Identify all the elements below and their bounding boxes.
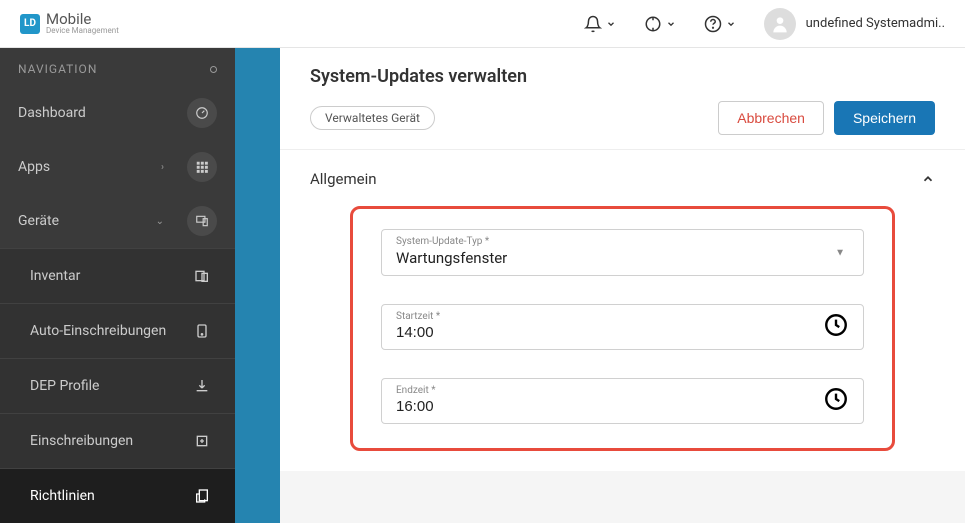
inventory-icon — [187, 261, 217, 291]
field-label: System-Update-Typ * — [396, 236, 849, 247]
save-button[interactable]: Speichern — [834, 101, 935, 135]
device-chip[interactable]: Verwaltetes Gerät — [310, 106, 435, 130]
collapse-icon[interactable] — [210, 66, 217, 73]
logo-title: Mobile — [46, 12, 119, 27]
sidebar-item-auto-enroll[interactable]: Auto-Einschreibungen — [0, 303, 235, 358]
chevron-down-icon — [606, 19, 616, 29]
start-time-field[interactable]: Startzeit * — [381, 304, 864, 350]
sidebar-item-enrollments[interactable]: Einschreibungen — [0, 413, 235, 468]
logo-badge: LD — [20, 14, 40, 34]
sidebar-item-inventory[interactable]: Inventar — [0, 248, 235, 303]
sidebar-item-label: Dashboard — [18, 105, 86, 121]
clock-icon[interactable] — [823, 386, 849, 416]
section-general: Allgemein System-Update-Typ * Wartungsfe… — [280, 150, 965, 471]
sidebar-item-dashboard[interactable]: Dashboard — [0, 86, 235, 140]
dropdown-arrow-icon: ▼ — [835, 247, 845, 258]
sidebar-item-dep-profile[interactable]: DEP Profile — [0, 358, 235, 413]
auto-enroll-icon — [187, 316, 217, 346]
end-time-field[interactable]: Endzeit * — [381, 378, 864, 424]
enroll-icon — [187, 426, 217, 456]
sidebar-item-policies[interactable]: Richtlinien — [0, 468, 235, 523]
nav-header: NAVIGATION — [0, 48, 235, 86]
top-header: LD Mobile Device Management undefined Sy… — [0, 0, 965, 48]
nav-header-label: NAVIGATION — [18, 62, 97, 76]
sidebar-item-label: Geräte — [18, 213, 59, 229]
page-title: System-Updates verwalten — [310, 66, 935, 87]
avatar — [764, 8, 796, 40]
dep-icon — [187, 371, 217, 401]
user-menu[interactable]: undefined Systemadmi.. — [764, 8, 945, 40]
sidebar-item-label: Auto-Einschreibungen — [30, 323, 166, 339]
side-accent-tab[interactable] — [235, 48, 280, 523]
field-label: Endzeit * — [396, 385, 849, 396]
end-time-input[interactable] — [396, 398, 849, 415]
highlighted-form-area: System-Update-Typ * Wartungsfenster ▼ St… — [350, 206, 895, 451]
logo-subtitle: Device Management — [46, 27, 119, 35]
person-icon — [770, 14, 790, 34]
logo[interactable]: LD Mobile Device Management — [20, 12, 119, 35]
clock-icon[interactable] — [823, 312, 849, 342]
bell-icon — [584, 15, 602, 33]
sidebar-item-label: Apps — [18, 159, 50, 175]
user-name: undefined Systemadmi.. — [806, 16, 945, 31]
logo-text: Mobile Device Management — [46, 12, 119, 35]
section-header[interactable]: Allgemein — [310, 170, 935, 188]
policies-icon — [187, 481, 217, 511]
system-update-type-field[interactable]: System-Update-Typ * Wartungsfenster ▼ — [381, 229, 864, 276]
sidebar-item-label: Richtlinien — [30, 488, 95, 504]
main-content: System-Updates verwalten Verwaltetes Ger… — [280, 48, 965, 523]
chevron-right-icon: › — [161, 162, 164, 173]
chevron-down-icon — [666, 19, 676, 29]
sidebar-item-devices[interactable]: Geräte ⌄ — [0, 194, 235, 248]
chevron-up-icon — [921, 172, 935, 186]
chevron-down-icon: ⌄ — [156, 216, 164, 227]
start-time-input[interactable] — [396, 324, 849, 341]
sidebar-item-label: Inventar — [30, 268, 80, 284]
page-header: System-Updates verwalten Verwaltetes Ger… — [280, 48, 965, 150]
header-actions: undefined Systemadmi.. — [584, 8, 945, 40]
sync-menu[interactable] — [644, 15, 676, 33]
chevron-down-icon — [726, 19, 736, 29]
sidebar: NAVIGATION Dashboard Apps › Geräte ⌄ Inv… — [0, 48, 235, 523]
apps-icon — [187, 152, 217, 182]
section-title: Allgemein — [310, 170, 377, 188]
help-icon — [704, 15, 722, 33]
sync-icon — [644, 15, 662, 33]
notifications-menu[interactable] — [584, 15, 616, 33]
devices-icon — [187, 206, 217, 236]
sidebar-item-apps[interactable]: Apps › — [0, 140, 235, 194]
dashboard-icon — [187, 98, 217, 128]
cancel-button[interactable]: Abbrechen — [718, 101, 824, 135]
field-label: Startzeit * — [396, 311, 849, 322]
field-value: Wartungsfenster — [396, 249, 849, 267]
sidebar-item-label: DEP Profile — [30, 378, 99, 394]
sidebar-item-label: Einschreibungen — [30, 433, 133, 449]
help-menu[interactable] — [704, 15, 736, 33]
